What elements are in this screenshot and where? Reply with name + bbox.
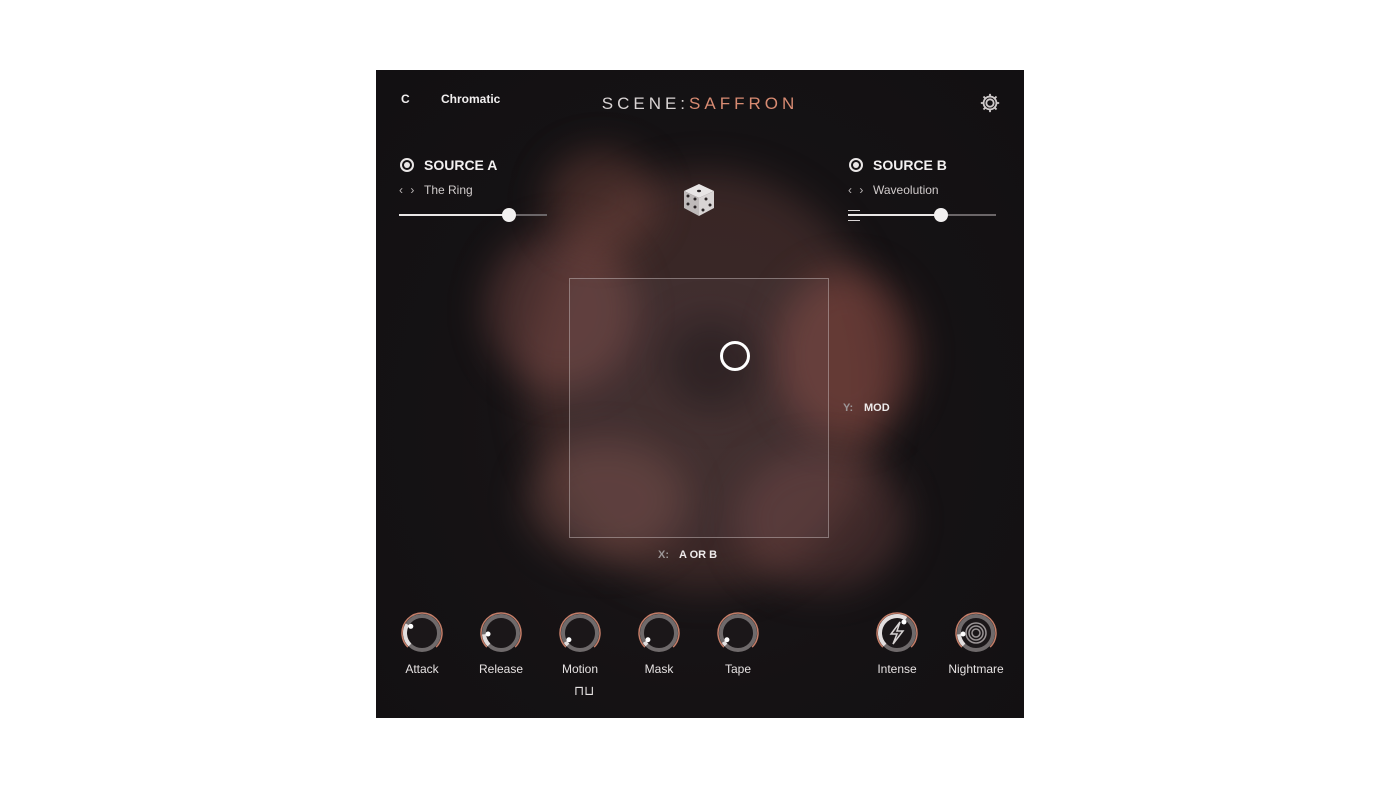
knob-mask[interactable]: Mask: [629, 607, 689, 676]
title-prefix: SCENE:: [601, 94, 690, 113]
source-a-level-slider[interactable]: [399, 208, 547, 222]
release-knob-label: Release: [478, 662, 524, 676]
x-axis-assignment[interactable]: A OR B: [679, 549, 717, 561]
list-icon[interactable]: [848, 210, 860, 222]
attack-knob-dial[interactable]: [396, 607, 448, 659]
knob-intense[interactable]: Intense: [867, 607, 927, 676]
tape-knob-label: Tape: [724, 662, 752, 676]
source-b-level-slider[interactable]: [848, 208, 996, 222]
knob-nightmare[interactable]: Nightmare: [946, 607, 1006, 676]
release-knob-dial[interactable]: [475, 607, 527, 659]
knob-release[interactable]: Release: [471, 607, 531, 676]
source-b-level-thumb[interactable]: [934, 208, 949, 222]
knob-tape[interactable]: Tape: [708, 607, 768, 676]
title-accent: SAFFRON: [689, 94, 799, 113]
knob-attack[interactable]: Attack: [392, 607, 452, 676]
xy-pad[interactable]: [569, 278, 829, 538]
mask-knob-dial[interactable]: [633, 607, 685, 659]
motion-waveform-icon[interactable]: ⊓⊔: [574, 683, 594, 699]
knob-motion[interactable]: Motion: [550, 607, 610, 676]
source-a-label: SOURCE A: [424, 157, 498, 173]
source-b-toggle[interactable]: [849, 158, 863, 172]
y-axis-assignment[interactable]: MOD: [864, 402, 890, 414]
nightmare-knob-dial[interactable]: [950, 607, 1002, 659]
y-axis-key: Y:: [843, 402, 854, 414]
dice-icon[interactable]: [682, 182, 716, 218]
source-a-level-fill: [399, 214, 509, 216]
attack-knob-label: Attack: [405, 662, 439, 676]
motion-knob-dial[interactable]: [554, 607, 606, 659]
mask-knob-label: Mask: [644, 662, 674, 676]
plugin-title: SCENE:SAFFRON: [376, 94, 1024, 114]
motion-knob-label: Motion: [561, 662, 599, 676]
source-a-level-thumb[interactable]: [501, 208, 516, 222]
xy-pad-handle[interactable]: [720, 341, 751, 372]
plugin-window: C Chromatic SCENE:SAFFRON SOURCE A ‹ › T…: [376, 70, 1024, 718]
source-a-preset-nav[interactable]: ‹ ›: [399, 183, 416, 197]
source-a-preset-name[interactable]: The Ring: [424, 183, 473, 197]
source-b-level-fill: [848, 214, 942, 216]
source-b-label: SOURCE B: [873, 157, 947, 173]
nightmare-knob-label: Nightmare: [948, 662, 1004, 676]
gear-icon[interactable]: [979, 92, 1001, 114]
tape-knob-dial[interactable]: [712, 607, 764, 659]
x-axis-key: X:: [658, 549, 669, 561]
source-b-preset-nav[interactable]: ‹ ›: [848, 183, 865, 197]
source-b-preset-name[interactable]: Waveolution: [873, 183, 939, 197]
intense-knob-dial[interactable]: [871, 607, 923, 659]
source-a-toggle[interactable]: [400, 158, 414, 172]
intense-knob-label: Intense: [877, 662, 917, 676]
